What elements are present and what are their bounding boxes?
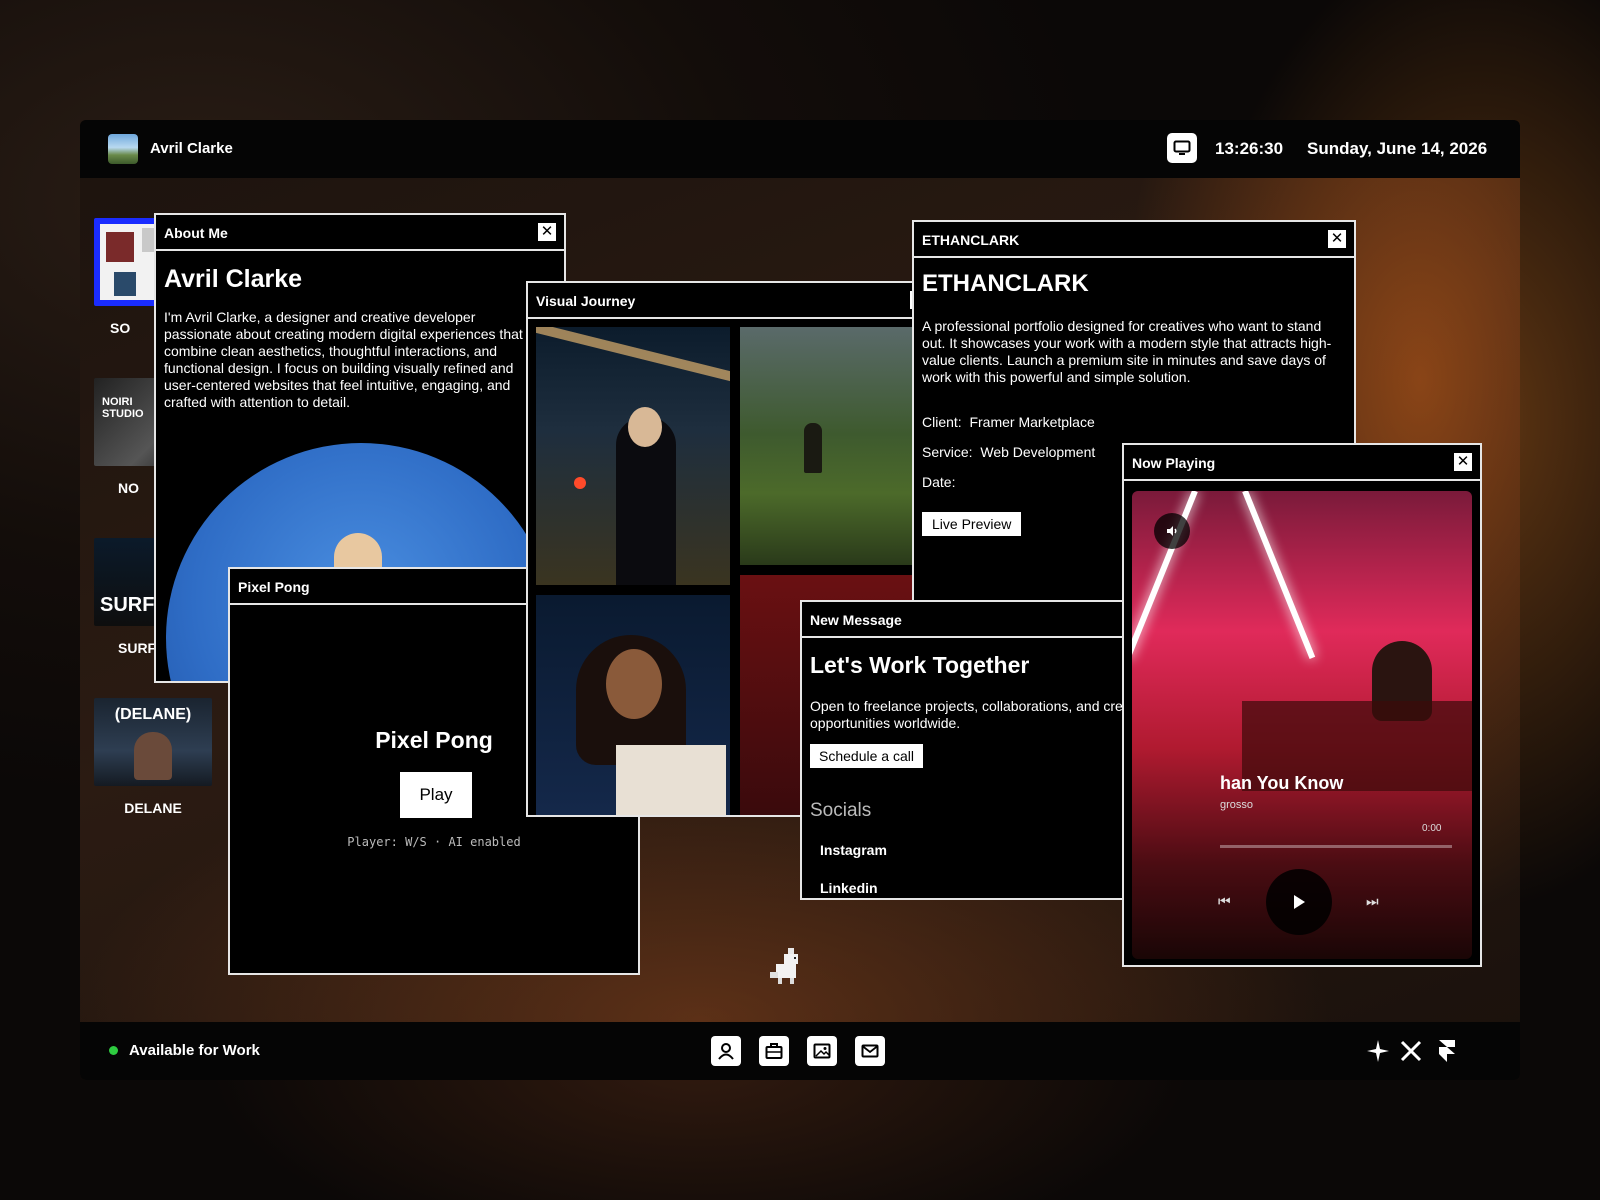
avatar[interactable] — [108, 134, 138, 164]
date-label: Date: — [922, 474, 956, 490]
user-icon — [718, 1043, 734, 1060]
gallery-icon — [813, 1043, 831, 1059]
social-link-linkedin[interactable]: Linkedin — [820, 880, 878, 896]
availability-status: Available for Work — [129, 1042, 260, 1059]
volume-button[interactable] — [1154, 513, 1190, 549]
thumb-text: NOIRI STUDIO — [102, 396, 144, 420]
live-preview-button[interactable]: Live Preview — [922, 512, 1022, 536]
pixel-dog-icon[interactable] — [768, 946, 804, 986]
window-titlebar[interactable]: Visual Journey ✕ — [528, 283, 936, 319]
date: Sunday, June 14, 2026 — [1307, 139, 1488, 158]
top-bar: Avril Clarke 13:26:30 Sunday, June 14, 2… — [80, 120, 1520, 178]
window-titlebar[interactable]: ETHANCLARK ✕ — [914, 222, 1354, 258]
dock-gallery-button[interactable] — [807, 1036, 837, 1066]
window-title: ETHANCLARK — [922, 232, 1020, 248]
previous-icon[interactable]: ⏮ — [1218, 893, 1231, 910]
owner-name: Avril Clarke — [150, 140, 233, 157]
journey-photo-station[interactable] — [536, 327, 730, 585]
track-title: han You Know — [1220, 773, 1344, 793]
close-icon[interactable]: ✕ — [538, 223, 556, 241]
progress-bar[interactable] — [1220, 845, 1452, 848]
desktop-frame: Avril Clarke 13:26:30 Sunday, June 14, 2… — [80, 120, 1520, 1080]
dock — [711, 1036, 885, 1066]
service-value: Web Development — [980, 444, 1096, 460]
x-logo-icon[interactable] — [1398, 1038, 1424, 1064]
player-window[interactable]: Now Playing ✕ han You Know grosso 0:00 ⏮ — [1122, 443, 1482, 967]
client-value: Framer Marketplace — [969, 414, 1095, 430]
volume-icon — [1167, 526, 1177, 536]
desktop-thumb: (DELANE) — [94, 698, 212, 786]
project-description: A professional portfolio designed for cr… — [922, 318, 1332, 385]
thumb-text: SURF — [100, 594, 155, 616]
journey-photo-portrait[interactable] — [536, 595, 730, 815]
elapsed-time: 0:00 — [1422, 823, 1442, 834]
window-title: About Me — [164, 225, 228, 241]
status-dot-icon — [109, 1046, 118, 1055]
game-hint: Player: W/S · AI enabled — [347, 835, 521, 849]
schedule-call-button[interactable]: Schedule a call — [810, 744, 923, 768]
desktop-icon-delane[interactable]: (DELANE) DELANE — [94, 698, 212, 816]
thumb-text: (DELANE) — [114, 706, 192, 723]
about-heading: Avril Clarke — [164, 265, 303, 293]
message-heading: Let's Work Together — [810, 652, 1030, 678]
window-title: Now Playing — [1132, 455, 1216, 471]
desktop-icon-label: DELANE — [124, 800, 182, 816]
monitor-icon — [1173, 140, 1191, 155]
window-title: New Message — [810, 612, 902, 628]
track-artist: grosso — [1220, 799, 1254, 811]
play-button[interactable]: Play — [400, 772, 472, 818]
window-titlebar[interactable]: Now Playing ✕ — [1124, 445, 1480, 481]
play-icon — [1294, 895, 1305, 909]
social-link-instagram[interactable]: Instagram — [820, 842, 887, 858]
mail-icon — [861, 1044, 879, 1058]
framer-logo-icon[interactable] — [1434, 1038, 1460, 1064]
monitor-button[interactable] — [1167, 133, 1197, 163]
project-service: Service: Web Development — [922, 444, 1095, 460]
play-pause-button[interactable] — [1266, 869, 1332, 935]
project-date: Date: — [922, 474, 955, 490]
about-body: I'm Avril Clarke, a designer and creativ… — [164, 309, 523, 410]
window-title: Pixel Pong — [238, 579, 310, 595]
briefcase-icon — [765, 1043, 783, 1059]
client-label: Client: — [922, 414, 962, 430]
bottom-bar: Available for Work — [80, 1022, 1520, 1080]
project-client: Client: Framer Marketplace — [922, 414, 1095, 430]
service-label: Service: — [922, 444, 973, 460]
dock-mail-button[interactable] — [855, 1036, 885, 1066]
journey-photo-hills[interactable] — [740, 327, 932, 565]
close-icon[interactable]: ✕ — [1328, 230, 1346, 248]
close-icon[interactable]: ✕ — [1454, 453, 1472, 471]
dock-work-button[interactable] — [759, 1036, 789, 1066]
next-icon[interactable]: ⏭ — [1366, 893, 1379, 910]
project-heading: ETHANCLARK — [922, 270, 1089, 297]
clock: 13:26:30 — [1215, 139, 1284, 158]
window-titlebar[interactable]: About Me ✕ — [156, 215, 564, 251]
sparkle-icon[interactable] — [1365, 1038, 1391, 1064]
socials-heading: Socials — [810, 800, 872, 821]
dock-about-button[interactable] — [711, 1036, 741, 1066]
window-title: Visual Journey — [536, 293, 636, 309]
